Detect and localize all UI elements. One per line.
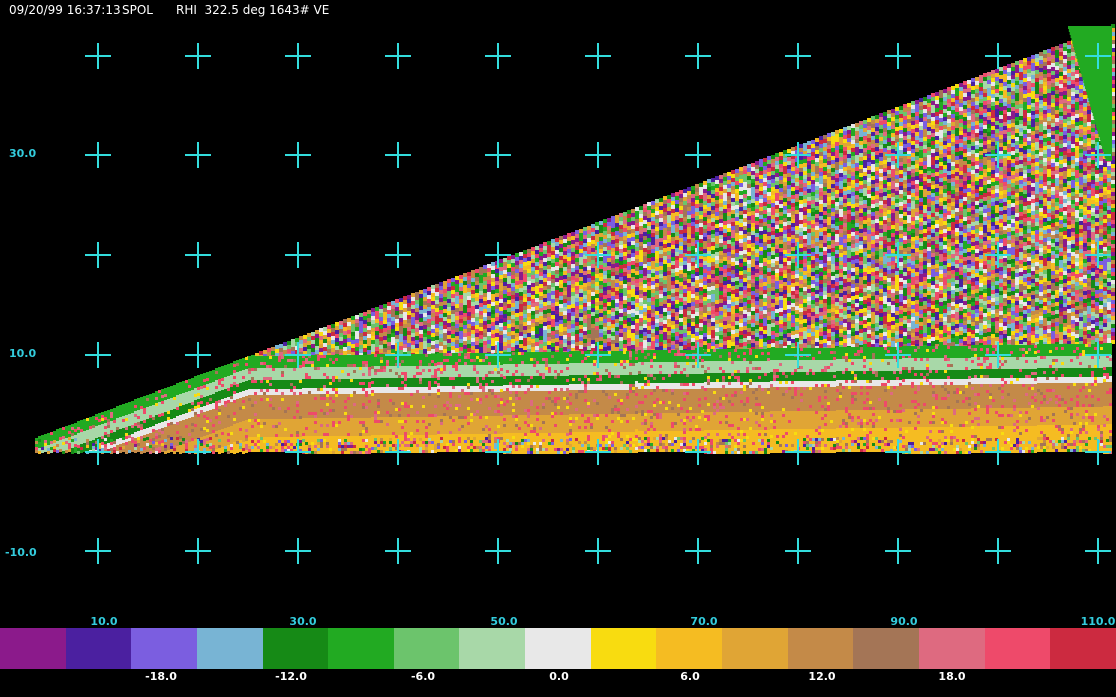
x-axis-label-50: 50.0 bbox=[490, 615, 517, 628]
radar-rhi-display bbox=[35, 24, 1115, 564]
x-axis-label-90: 90.0 bbox=[890, 615, 917, 628]
colorbar-swatch bbox=[196, 628, 263, 669]
colorbar-swatch bbox=[262, 628, 329, 669]
colorbar-label-minus-18: -18.0 bbox=[145, 670, 177, 683]
colorbar-swatch bbox=[0, 628, 66, 669]
colorbar-swatch bbox=[1050, 628, 1116, 669]
colorbar-swatch bbox=[328, 628, 394, 669]
velocity-colorbar bbox=[0, 628, 1116, 669]
radar-name: SPOL bbox=[122, 3, 153, 17]
colorbar-swatch bbox=[525, 628, 591, 669]
colorbar-swatch bbox=[65, 628, 132, 669]
colorbar-swatch bbox=[722, 628, 788, 669]
x-axis-label-70: 70.0 bbox=[690, 615, 717, 628]
scan-info: RHI 322.5 deg 1643# VE bbox=[176, 3, 329, 17]
x-axis-label-30: 30.0 bbox=[289, 615, 316, 628]
colorbar-swatch bbox=[656, 628, 723, 669]
colorbar-swatch bbox=[393, 628, 460, 669]
colorbar-swatch bbox=[918, 628, 985, 669]
y-axis-label-30: 30.0 bbox=[9, 147, 36, 160]
colorbar-swatch bbox=[984, 628, 1051, 669]
y-axis-label-10: 10.0 bbox=[9, 347, 36, 360]
colorbar-label-6: 6.0 bbox=[680, 670, 700, 683]
colorbar-label-minus-12: -12.0 bbox=[275, 670, 307, 683]
colorbar-swatch bbox=[459, 628, 526, 669]
x-axis-label-10: 10.0 bbox=[90, 615, 117, 628]
colorbar-label-18: 18.0 bbox=[938, 670, 965, 683]
colorbar-label-0: 0.0 bbox=[549, 670, 569, 683]
colorbar-label-12: 12.0 bbox=[808, 670, 835, 683]
scan-datetime: 09/20/99 16:37:13 bbox=[9, 3, 121, 17]
colorbar-swatch bbox=[131, 628, 197, 669]
colorbar-label-minus-6: -6.0 bbox=[411, 670, 435, 683]
radar-echo bbox=[35, 24, 1115, 454]
colorbar-swatch bbox=[787, 628, 854, 669]
colorbar-swatch bbox=[853, 628, 919, 669]
y-axis-label-minus-10: -10.0 bbox=[5, 546, 37, 559]
colorbar-swatch bbox=[590, 628, 657, 669]
x-axis-label-110: 110.0 bbox=[1081, 615, 1116, 628]
